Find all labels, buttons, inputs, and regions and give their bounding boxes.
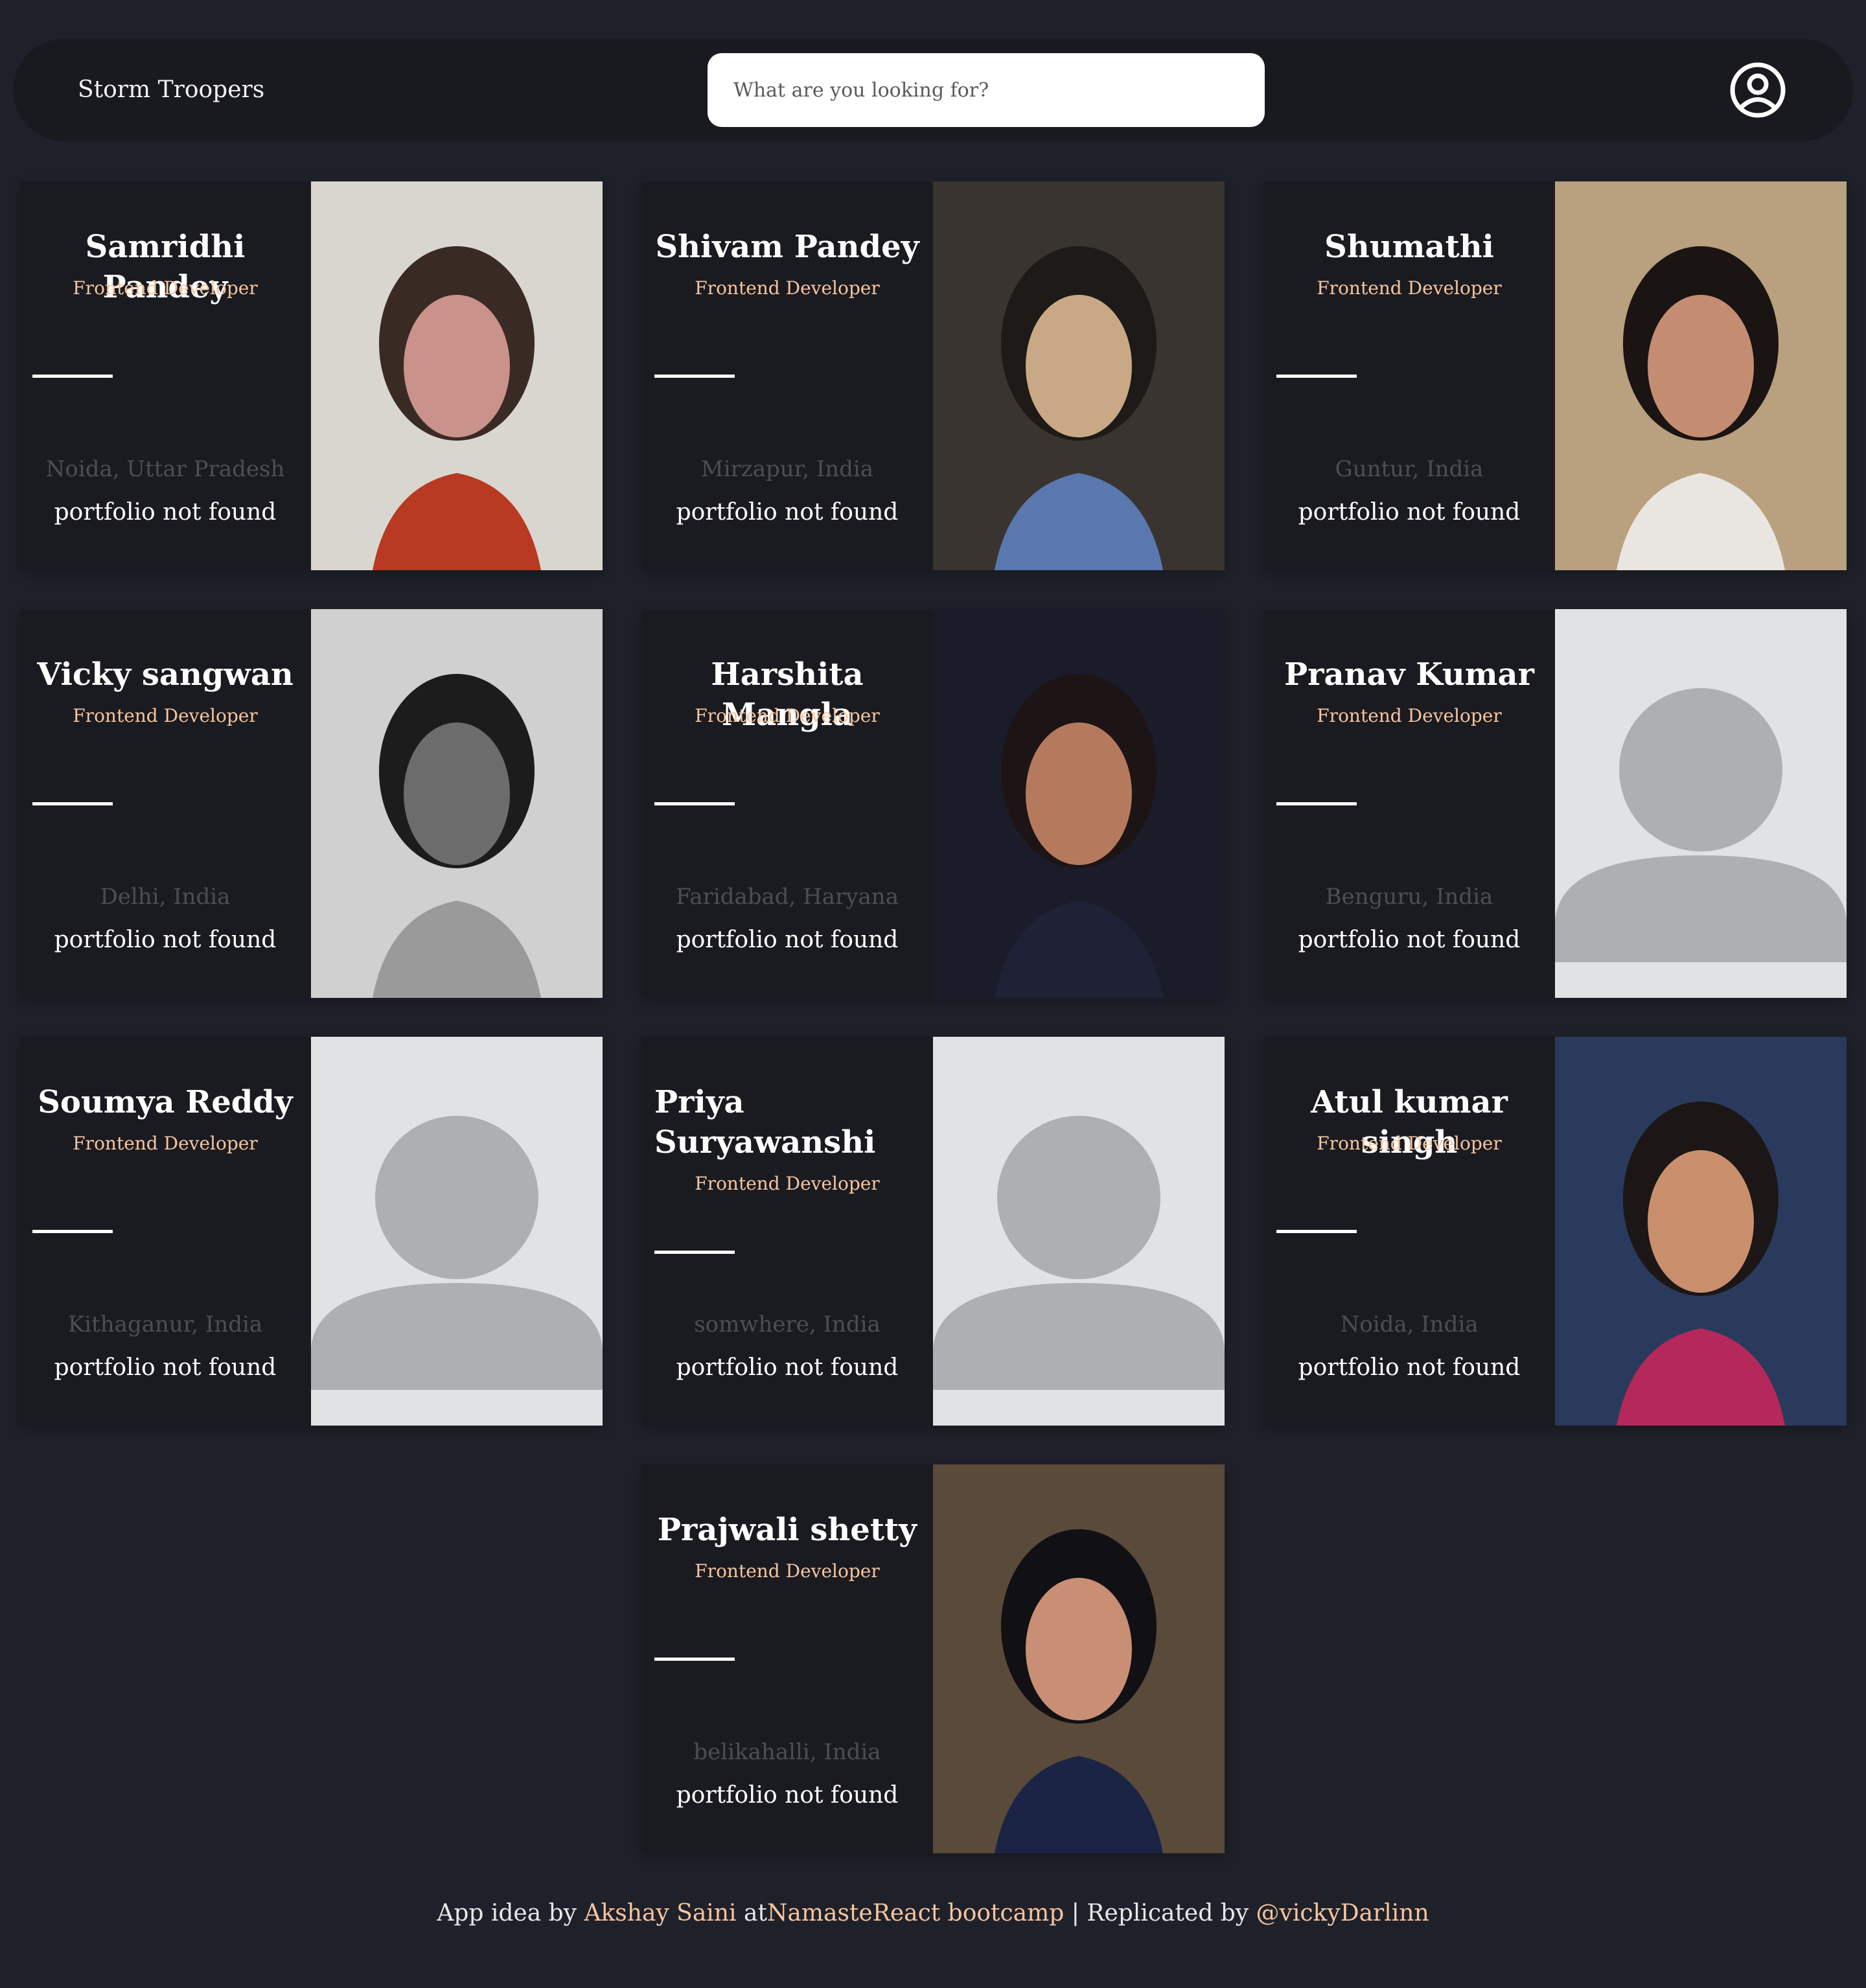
card-info: Atul kumar singh Frontend Developer Noida,… bbox=[1263, 1037, 1555, 1426]
photo-frame bbox=[1555, 1037, 1847, 1426]
footer-at: at bbox=[736, 1900, 767, 1926]
card-info: Shivam Pandey Frontend Developer Mirzapur,… bbox=[641, 181, 933, 570]
card-info: Pranav Kumar Frontend Developer Benguru, I… bbox=[1263, 609, 1555, 998]
person-role: Frontend Developer bbox=[695, 705, 880, 726]
portfolio-link[interactable]: portfolio not found bbox=[1263, 499, 1555, 526]
profile-card[interactable]: Soumya Reddy Frontend Developer Kithaganur… bbox=[19, 1037, 603, 1426]
portfolio-link[interactable]: portfolio not found bbox=[1263, 1354, 1555, 1381]
avatar-placeholder-icon bbox=[933, 1037, 1225, 1426]
person-location: somwhere, India bbox=[694, 1312, 881, 1337]
person-location: Kithaganur, India bbox=[67, 1312, 263, 1337]
avatar-placeholder-icon bbox=[1555, 609, 1847, 998]
divider bbox=[654, 802, 735, 805]
profile-card[interactable]: Harshita Mangla Frontend Developer Faridab… bbox=[641, 609, 1225, 998]
person-location: Delhi, India bbox=[100, 884, 231, 910]
profile-photo bbox=[311, 609, 603, 998]
portfolio-link[interactable]: portfolio not found bbox=[19, 499, 311, 526]
person-role: Frontend Developer bbox=[695, 1560, 880, 1582]
person-role: Frontend Developer bbox=[695, 1173, 880, 1194]
card-info: Vicky sangwan Frontend Developer Delhi, In… bbox=[19, 609, 311, 998]
divider bbox=[654, 375, 735, 378]
card-info: Shumathi Frontend Developer Guntur, India p… bbox=[1263, 181, 1555, 570]
photo-frame bbox=[311, 181, 603, 570]
footer-prefix: App idea by bbox=[437, 1900, 584, 1926]
person-role: Frontend Developer bbox=[1317, 277, 1502, 299]
search-input[interactable] bbox=[708, 53, 1265, 127]
user-circle-icon[interactable] bbox=[1729, 61, 1787, 119]
divider bbox=[32, 1230, 113, 1233]
photo-frame bbox=[933, 609, 1225, 998]
card-info: Priya Suryawanshi Frontend Developer somwh… bbox=[641, 1037, 933, 1426]
portfolio-link[interactable]: portfolio not found bbox=[641, 499, 933, 526]
profile-photo bbox=[933, 1464, 1225, 1853]
divider bbox=[1276, 1230, 1357, 1233]
photo-frame bbox=[1555, 181, 1847, 570]
replicator-link[interactable]: @vickyDarlinn bbox=[1256, 1900, 1429, 1926]
photo-frame bbox=[933, 181, 1225, 570]
photo-frame bbox=[933, 1464, 1225, 1853]
photo-frame bbox=[311, 1037, 603, 1426]
person-role: Frontend Developer bbox=[1317, 705, 1502, 726]
person-name: Pranav Kumar bbox=[1284, 656, 1534, 693]
divider bbox=[1276, 375, 1357, 378]
person-role: Frontend Developer bbox=[73, 1133, 258, 1154]
card-info: Harshita Mangla Frontend Developer Faridab… bbox=[641, 609, 933, 998]
person-location: Noida, Uttar Pradesh bbox=[45, 456, 285, 482]
person-location: Benguru, India bbox=[1325, 884, 1493, 910]
profile-card[interactable]: Samridhi Pandey Frontend Developer Noida, … bbox=[19, 181, 603, 570]
person-name: Vicky sangwan bbox=[37, 656, 294, 693]
person-location: Guntur, India bbox=[1335, 456, 1484, 482]
brand-title[interactable]: Storm Troopers bbox=[78, 39, 264, 141]
person-location: Mirzapur, India bbox=[700, 456, 874, 482]
footer-separator: | Replicated by bbox=[1064, 1900, 1256, 1926]
divider bbox=[654, 1658, 735, 1661]
top-navbar: Storm Troopers bbox=[13, 39, 1853, 141]
profile-card[interactable]: Vicky sangwan Frontend Developer Delhi, In… bbox=[19, 609, 603, 998]
divider bbox=[32, 375, 113, 378]
profile-card[interactable]: Priya Suryawanshi Frontend Developer somwh… bbox=[641, 1037, 1225, 1426]
divider bbox=[32, 802, 113, 805]
profile-card[interactable]: Pranav Kumar Frontend Developer Benguru, I… bbox=[1263, 609, 1847, 998]
author-link[interactable]: Akshay Saini bbox=[584, 1900, 736, 1926]
portfolio-link[interactable]: portfolio not found bbox=[641, 1782, 933, 1809]
card-info: Samridhi Pandey Frontend Developer Noida, … bbox=[19, 181, 311, 570]
bootcamp-link[interactable]: NamasteReact bootcamp bbox=[767, 1900, 1064, 1926]
profile-photo bbox=[1555, 1037, 1847, 1426]
person-role: Frontend Developer bbox=[695, 277, 880, 299]
person-name: Priya Suryawanshi bbox=[654, 1084, 876, 1161]
person-location: belikahalli, India bbox=[693, 1739, 881, 1765]
profile-card[interactable]: Atul kumar singh Frontend Developer Noida,… bbox=[1263, 1037, 1847, 1426]
person-name: Prajwali shetty bbox=[657, 1512, 917, 1548]
profile-photo bbox=[1555, 181, 1847, 570]
divider bbox=[1276, 802, 1357, 805]
person-role: Frontend Developer bbox=[73, 705, 258, 726]
card-info: Soumya Reddy Frontend Developer Kithaganur… bbox=[19, 1037, 311, 1426]
person-location: Noida, India bbox=[1340, 1312, 1479, 1337]
profile-card[interactable]: Shumathi Frontend Developer Guntur, India p… bbox=[1263, 181, 1847, 570]
person-name: Soumya Reddy bbox=[38, 1084, 293, 1120]
profile-photo bbox=[933, 181, 1225, 570]
person-role: Frontend Developer bbox=[1317, 1133, 1502, 1154]
photo-frame bbox=[933, 1037, 1225, 1426]
portfolio-link[interactable]: portfolio not found bbox=[641, 927, 933, 953]
photo-frame bbox=[1555, 609, 1847, 998]
portfolio-link[interactable]: portfolio not found bbox=[641, 1354, 933, 1381]
profile-photo bbox=[311, 181, 603, 570]
card-info: Prajwali shetty Frontend Developer belikah… bbox=[641, 1464, 933, 1853]
avatar-placeholder-icon bbox=[311, 1037, 603, 1426]
portfolio-link[interactable]: portfolio not found bbox=[1263, 927, 1555, 953]
person-role: Frontend Developer bbox=[73, 277, 258, 299]
footer: App idea by Akshay Saini atNamasteReact … bbox=[0, 1900, 1866, 1926]
profile-photo bbox=[933, 609, 1225, 998]
portfolio-link[interactable]: portfolio not found bbox=[19, 1354, 311, 1381]
portfolio-link[interactable]: portfolio not found bbox=[19, 927, 311, 953]
profile-card[interactable]: Prajwali shetty Frontend Developer belikah… bbox=[641, 1464, 1225, 1853]
profile-card[interactable]: Shivam Pandey Frontend Developer Mirzapur,… bbox=[641, 181, 1225, 570]
photo-frame bbox=[311, 609, 603, 998]
person-name: Shumathi bbox=[1324, 229, 1494, 265]
person-name: Shivam Pandey bbox=[655, 229, 919, 265]
divider bbox=[654, 1251, 735, 1254]
person-location: Faridabad, Haryana bbox=[676, 884, 899, 910]
